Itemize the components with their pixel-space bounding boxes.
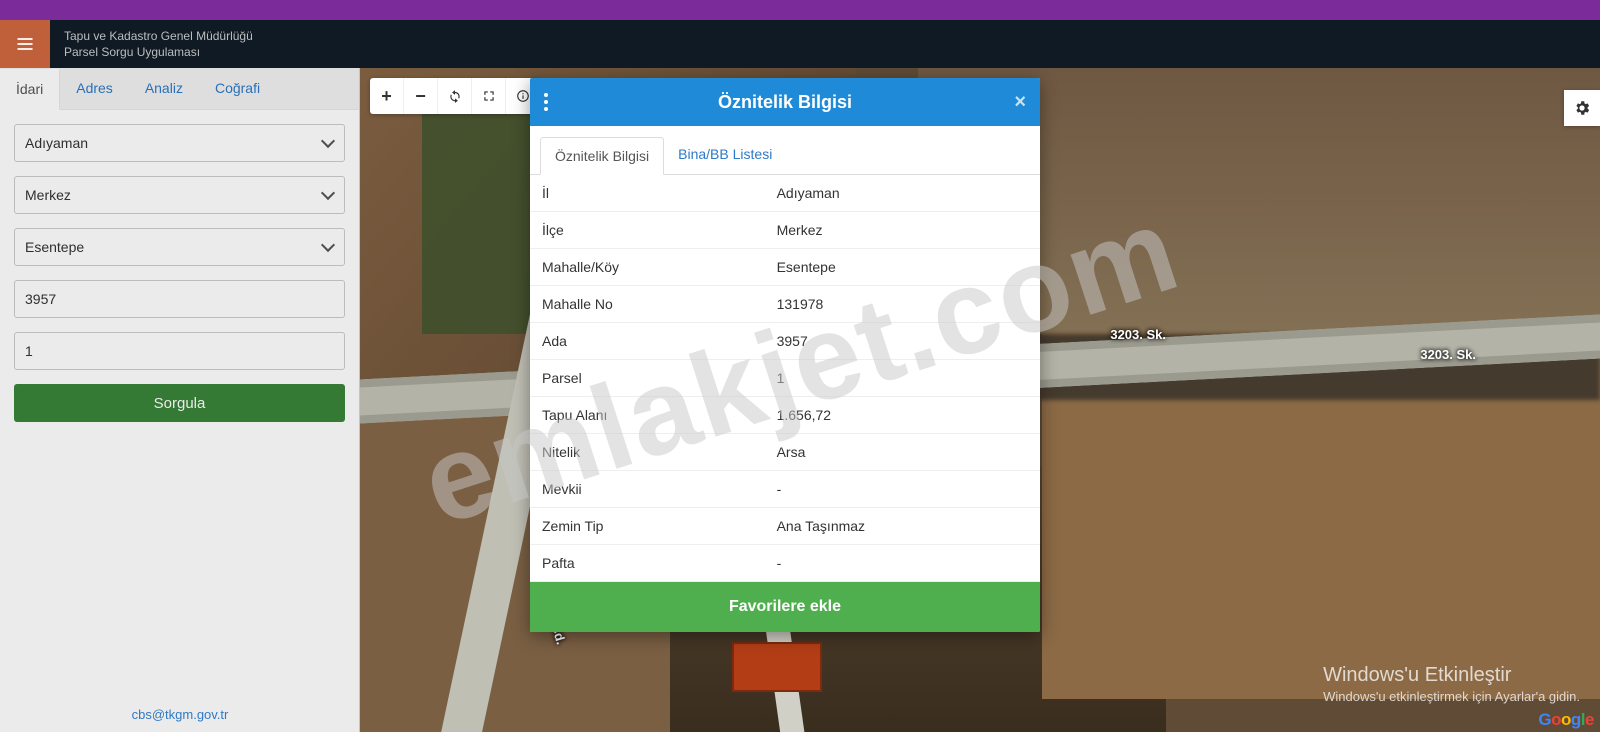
attr-key: Nitelik [530, 434, 765, 471]
expand-icon [482, 89, 496, 103]
modal-tab-oznitelik[interactable]: Öznitelik Bilgisi [540, 137, 664, 175]
input-parsel[interactable] [14, 332, 345, 370]
map-area[interactable]: 3203. Sk. 3203. Sk. Esentepe Cd. + − Özn… [360, 68, 1600, 732]
header-line1: Tapu ve Kadastro Genel Müdürlüğü [64, 29, 253, 43]
header-line2: Parsel Sorgu Uygulaması [64, 45, 253, 59]
query-form: Adıyaman Merkez Esentepe Sorgula [0, 110, 359, 450]
header-title: Tapu ve Kadastro Genel Müdürlüğü Parsel … [50, 20, 253, 68]
map-toolbar: + − [370, 78, 540, 114]
table-row: Tapu Alanı1.656,72 [530, 397, 1040, 434]
attr-val: 131978 [765, 286, 1040, 323]
sidebar-tab-analiz[interactable]: Analiz [129, 68, 199, 109]
input-ada[interactable] [14, 280, 345, 318]
sidebar-tab-cografi[interactable]: Coğrafi [199, 68, 276, 109]
table-row: Ada3957 [530, 323, 1040, 360]
attr-key: Pafta [530, 545, 765, 582]
modal-tabs: Öznitelik Bilgisi Bina/BB Listesi [530, 126, 1040, 175]
table-row: Mevkii- [530, 471, 1040, 508]
zoom-in-button[interactable]: + [370, 78, 404, 114]
road-label-2: 3203. Sk. [1420, 347, 1476, 362]
modal-title: Öznitelik Bilgisi [718, 92, 852, 113]
modal-close-button[interactable]: × [1014, 92, 1026, 112]
minus-icon: − [415, 86, 426, 107]
table-row: Mahalle/KöyEsentepe [530, 249, 1040, 286]
attribute-info-modal: Öznitelik Bilgisi × Öznitelik Bilgisi Bi… [530, 78, 1040, 632]
attr-val: 3957 [765, 323, 1040, 360]
attr-key: İlçe [530, 212, 765, 249]
table-row: Parsel1 [530, 360, 1040, 397]
attr-val: - [765, 545, 1040, 582]
attr-val: Arsa [765, 434, 1040, 471]
attr-key: Mevkii [530, 471, 765, 508]
road-label-1: 3203. Sk. [1110, 327, 1166, 342]
plus-icon: + [381, 86, 392, 107]
attr-val: - [765, 471, 1040, 508]
sidebar: İdari Adres Analiz Coğrafi Adıyaman Merk… [0, 68, 360, 732]
modal-tab-binabb[interactable]: Bina/BB Listesi [664, 136, 786, 174]
attr-key: Mahalle No [530, 286, 765, 323]
attribute-table: İlAdıyamanİlçeMerkezMahalle/KöyEsentepeM… [530, 175, 1040, 582]
app-header: Tapu ve Kadastro Genel Müdürlüğü Parsel … [0, 20, 1600, 68]
attr-val: Adıyaman [765, 175, 1040, 212]
modal-header[interactable]: Öznitelik Bilgisi × [530, 78, 1040, 126]
attr-key: Ada [530, 323, 765, 360]
sidebar-tab-adres[interactable]: Adres [60, 68, 129, 109]
select-il[interactable]: Adıyaman [14, 124, 345, 162]
table-row: NitelikArsa [530, 434, 1040, 471]
attr-key: Tapu Alanı [530, 397, 765, 434]
table-row: Pafta- [530, 545, 1040, 582]
select-ilce[interactable]: Merkez [14, 176, 345, 214]
modal-menu-button[interactable] [544, 90, 548, 114]
sorgula-button[interactable]: Sorgula [14, 384, 345, 422]
attr-val: Ana Taşınmaz [765, 508, 1040, 545]
map-settings-button[interactable] [1564, 90, 1600, 126]
attr-val: 1 [765, 360, 1040, 397]
top-strip [0, 0, 1600, 20]
hamburger-icon [15, 34, 35, 54]
refresh-icon [448, 89, 462, 103]
attr-key: Mahalle/Köy [530, 249, 765, 286]
fullscreen-button[interactable] [472, 78, 506, 114]
select-mahalle[interactable]: Esentepe [14, 228, 345, 266]
sidebar-tabs: İdari Adres Analiz Coğrafi [0, 68, 359, 110]
attr-key: Parsel [530, 360, 765, 397]
table-row: İlçeMerkez [530, 212, 1040, 249]
attr-val: Merkez [765, 212, 1040, 249]
attr-key: Zemin Tip [530, 508, 765, 545]
zoom-out-button[interactable]: − [404, 78, 438, 114]
refresh-button[interactable] [438, 78, 472, 114]
add-favorites-button[interactable]: Favorilere ekle [530, 582, 1040, 632]
attr-val: 1.656,72 [765, 397, 1040, 434]
table-row: Mahalle No131978 [530, 286, 1040, 323]
hamburger-button[interactable] [0, 20, 50, 68]
attr-key: İl [530, 175, 765, 212]
info-icon [516, 89, 530, 103]
table-row: İlAdıyaman [530, 175, 1040, 212]
table-row: Zemin TipAna Taşınmaz [530, 508, 1040, 545]
gear-icon [1573, 99, 1591, 117]
close-icon: × [1014, 91, 1026, 113]
sidebar-tab-idari[interactable]: İdari [0, 69, 60, 110]
attr-val: Esentepe [765, 249, 1040, 286]
google-logo: Google [1538, 710, 1594, 730]
footer-email[interactable]: cbs@tkgm.gov.tr [0, 707, 360, 722]
